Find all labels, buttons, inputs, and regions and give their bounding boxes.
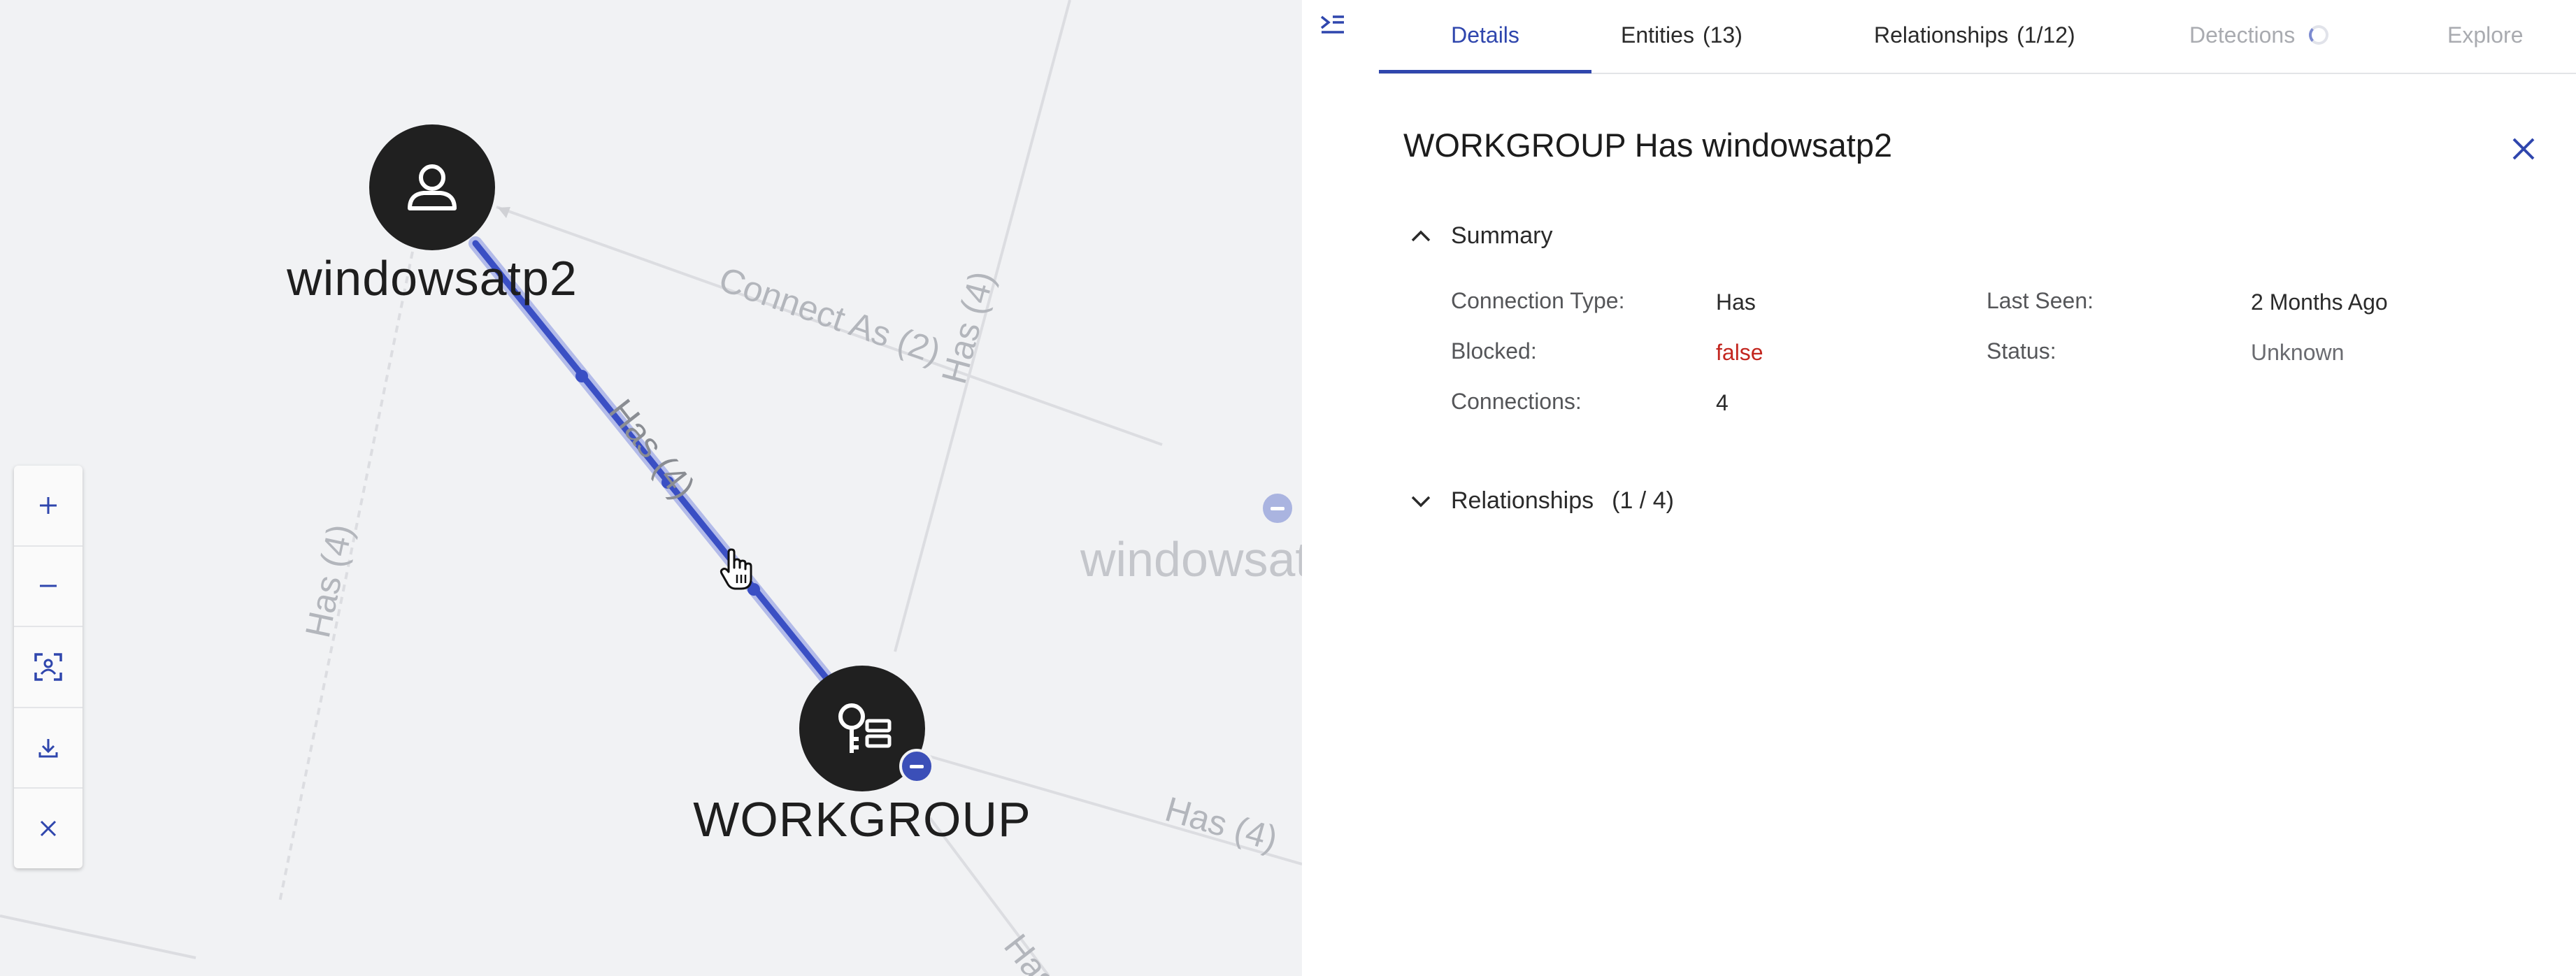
key-group-icon [838, 703, 892, 753]
close-icon [40, 821, 57, 837]
offscreen-collapse-button[interactable] [1260, 491, 1295, 526]
tab-entities[interactable]: Entities (13) [1621, 0, 1743, 70]
last-seen-label: Last Seen: [1987, 288, 2094, 313]
relationships-section-label: Relationships [1451, 487, 1594, 514]
panel-tabs: Details Entities (13) Relationships (1/1… [1379, 0, 2576, 74]
collapse-node-button[interactable] [899, 749, 934, 784]
collapse-panel-icon[interactable] [1319, 11, 1347, 39]
connections-value: 4 [1716, 390, 1729, 415]
plus-icon [40, 496, 57, 514]
user-node-label: windowsatp2 [287, 251, 578, 306]
loading-spinner-icon [2309, 25, 2329, 45]
zoom-out-button[interactable] [14, 547, 83, 628]
user-icon [408, 164, 457, 210]
app-root: Connect As (2) Has (4) Has (4) Has (4) H… [0, 0, 2576, 976]
connection-type-label: Connection Type: [1451, 288, 1625, 313]
connections-label: Connections: [1451, 389, 1582, 414]
tab-relationships-label: Relationships [1874, 22, 2009, 48]
download-icon [38, 738, 58, 758]
details-panel: Details Entities (13) Relationships (1/1… [1302, 0, 2576, 976]
edge-point [575, 370, 588, 382]
summary-section-label: Summary [1451, 222, 1553, 249]
fit-view-button[interactable] [14, 627, 83, 708]
hand-cursor-icon [720, 548, 752, 590]
connection-type-value: Has [1716, 289, 1756, 315]
offscreen-node-label: windowsatp2 [1080, 532, 1302, 587]
zoom-in-button[interactable] [14, 466, 83, 547]
last-seen-value: 2 Months Ago [2251, 289, 2388, 315]
tab-entities-label: Entities [1621, 22, 1694, 48]
blocked-value: false [1716, 340, 1763, 365]
tab-detections-label: Detections [2189, 22, 2296, 48]
tab-entities-count: (13) [1702, 22, 1743, 48]
tab-details[interactable]: Details [1379, 0, 1591, 73]
graph-toolbar [14, 466, 83, 868]
clear-graph-button[interactable] [14, 789, 83, 868]
minus-icon [40, 584, 57, 587]
blocked-label: Blocked: [1451, 338, 1537, 364]
tab-relationships[interactable]: Relationships (1/12) [1874, 0, 2075, 70]
graph-canvas[interactable]: Connect As (2) Has (4) Has (4) Has (4) H… [0, 0, 1302, 976]
summary-section-toggle[interactable]: Summary [1410, 222, 1552, 250]
relationships-section-toggle[interactable]: Relationships (1 / 4) [1410, 487, 1674, 515]
graph-edges [0, 0, 1302, 976]
user-node[interactable] [369, 124, 495, 250]
tab-relationships-count: (1/12) [2017, 22, 2075, 48]
tab-explore[interactable]: Explore [2447, 0, 2524, 70]
tab-explore-label: Explore [2447, 22, 2524, 48]
download-button[interactable] [14, 708, 83, 789]
focus-frame-icon [34, 653, 62, 681]
chevron-down-icon [1411, 496, 1431, 507]
tab-detections[interactable]: Detections [2189, 0, 2329, 70]
status-label: Status: [1987, 338, 2056, 364]
close-icon[interactable] [2507, 133, 2540, 165]
chevron-up-icon [1411, 230, 1431, 241]
detail-title: WORKGROUP Has windowsatp2 [1403, 127, 1893, 164]
workgroup-node-label: WORKGROUP [693, 792, 1031, 847]
tab-details-label: Details [1451, 22, 1519, 48]
edge-bottom-left[interactable] [0, 914, 196, 959]
status-value: Unknown [2251, 340, 2345, 365]
relationships-section-count: (1 / 4) [1612, 487, 1674, 514]
